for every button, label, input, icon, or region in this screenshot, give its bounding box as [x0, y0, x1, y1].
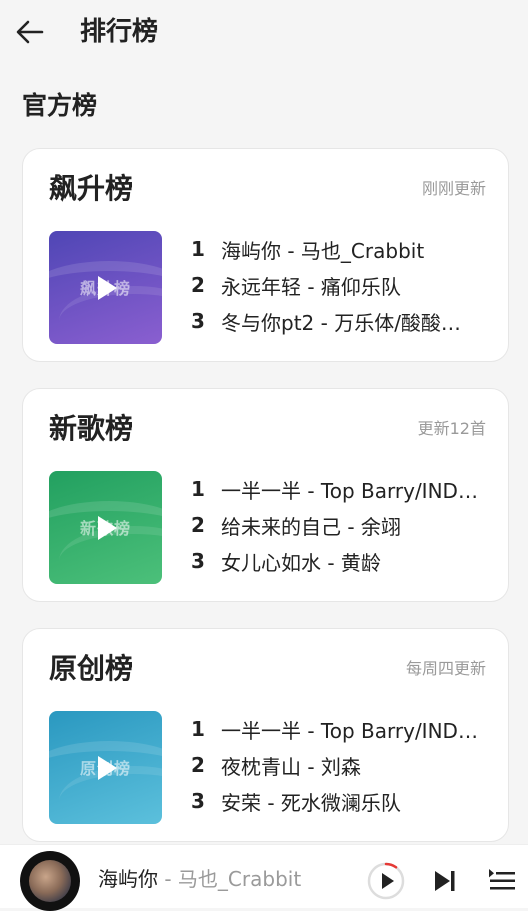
chart-cover[interactable]: 飙升榜: [49, 231, 162, 344]
chart-title: 飙升榜: [49, 172, 134, 205]
track-title: 永远年轻 - 痛仰乐队: [221, 274, 401, 299]
track-list: 1 海屿你 - 马也_Crabbit 2 永远年轻 - 痛仰乐队 3 冬与你pt…: [191, 231, 491, 339]
play-icon: [367, 862, 405, 900]
playlist-button[interactable]: [482, 861, 522, 901]
header-bar: 排行榜: [0, 0, 528, 64]
chart-cover[interactable]: 新歌榜: [49, 471, 162, 584]
play-pause-button[interactable]: [366, 861, 406, 901]
track-rank: 1: [191, 237, 205, 261]
now-playing-title: 海屿你: [98, 867, 158, 891]
track-rank: 3: [191, 309, 205, 333]
chart-update-status: 刚刚更新: [421, 179, 486, 198]
arrow-left-icon: [16, 20, 44, 44]
track-item[interactable]: 3 安荣 - 死水微澜乐队: [191, 783, 491, 819]
track-list: 1 一半一半 - Top Barry/IND… 2 给未来的自己 - 余翊 3 …: [191, 471, 491, 579]
track-title: 一半一半 - Top Barry/IND…: [221, 718, 478, 743]
track-item[interactable]: 2 永远年轻 - 痛仰乐队: [191, 267, 491, 303]
now-playing-artist: - 马也_Crabbit: [158, 867, 302, 891]
now-playing-info[interactable]: 海屿你 - 马也_Crabbit: [98, 865, 301, 893]
track-title: 一半一半 - Top Barry/IND…: [221, 478, 478, 503]
playlist-icon: [489, 869, 515, 890]
album-disc[interactable]: [20, 851, 80, 911]
track-rank: 2: [191, 513, 205, 537]
track-rank: 1: [191, 717, 205, 741]
play-icon[interactable]: [96, 515, 118, 541]
album-art: [29, 860, 71, 902]
track-title: 冬与你pt2 - 万乐体/酸酸…: [221, 310, 461, 335]
chart-update-status: 更新12首: [417, 419, 486, 438]
section-title: 官方榜: [22, 91, 98, 120]
track-item[interactable]: 2 夜枕青山 - 刘森: [191, 747, 491, 783]
track-list: 1 一半一半 - Top Barry/IND… 2 夜枕青山 - 刘森 3 安荣…: [191, 711, 491, 819]
play-icon[interactable]: [96, 755, 118, 781]
mini-player[interactable]: 海屿你 - 马也_Crabbit: [0, 844, 528, 911]
track-title: 海屿你 - 马也_Crabbit: [221, 238, 425, 263]
track-rank: 2: [191, 273, 205, 297]
track-item[interactable]: 2 给未来的自己 - 余翊: [191, 507, 491, 543]
chart-card-new-songs[interactable]: 新歌榜 更新12首 新歌榜 1 一半一半 - Top Barry/IND… 2 …: [22, 388, 509, 602]
track-rank: 3: [191, 549, 205, 573]
track-rank: 2: [191, 753, 205, 777]
track-item[interactable]: 1 一半一半 - Top Barry/IND…: [191, 711, 491, 747]
chart-card-original[interactable]: 原创榜 每周四更新 原创榜 1 一半一半 - Top Barry/IND… 2 …: [22, 628, 509, 842]
next-track-icon: [435, 871, 455, 891]
back-button[interactable]: [12, 14, 48, 50]
page-title: 排行榜: [80, 17, 159, 47]
chart-title: 新歌榜: [49, 412, 134, 445]
track-title: 夜枕青山 - 刘森: [221, 754, 361, 779]
track-title: 安荣 - 死水微澜乐队: [221, 790, 401, 815]
track-rank: 1: [191, 477, 205, 501]
chart-cover[interactable]: 原创榜: [49, 711, 162, 824]
track-rank: 3: [191, 789, 205, 813]
progress-ring: [384, 862, 398, 869]
next-track-button[interactable]: [424, 861, 464, 901]
chart-card-soaring[interactable]: 飙升榜 刚刚更新 飙升榜 1 海屿你 - 马也_Crabbit 2 永远年轻 -…: [22, 148, 509, 362]
track-title: 给未来的自己 - 余翊: [221, 514, 401, 539]
track-item[interactable]: 3 女儿心如水 - 黄龄: [191, 543, 491, 579]
track-item[interactable]: 1 海屿你 - 马也_Crabbit: [191, 231, 491, 267]
chart-title: 原创榜: [49, 652, 134, 685]
track-title: 女儿心如水 - 黄龄: [221, 550, 381, 575]
track-item[interactable]: 1 一半一半 - Top Barry/IND…: [191, 471, 491, 507]
track-item[interactable]: 3 冬与你pt2 - 万乐体/酸酸…: [191, 303, 491, 339]
chart-update-status: 每周四更新: [405, 659, 486, 678]
play-icon[interactable]: [96, 275, 118, 301]
